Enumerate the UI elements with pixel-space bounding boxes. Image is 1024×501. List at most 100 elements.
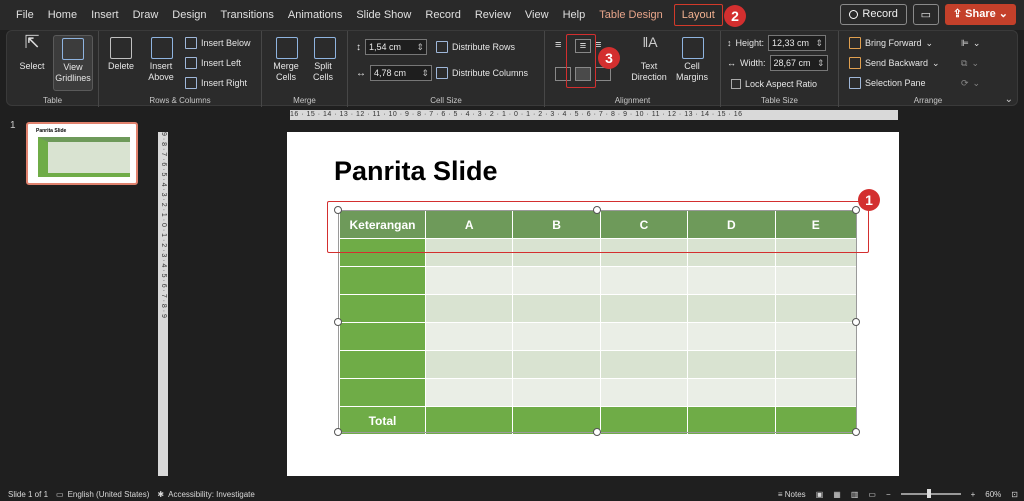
table-cell[interactable] bbox=[599, 322, 689, 351]
resize-handle[interactable] bbox=[334, 428, 342, 436]
table-cell[interactable] bbox=[687, 378, 776, 407]
table-cell[interactable] bbox=[599, 378, 689, 407]
send-backward-button[interactable]: Send Backward ⌄ bbox=[849, 55, 940, 71]
table-cell[interactable] bbox=[599, 266, 689, 295]
view-gridlines-button[interactable]: View Gridlines bbox=[53, 35, 93, 91]
lock-aspect-ratio[interactable]: Lock Aspect Ratio bbox=[731, 76, 817, 92]
table-cell[interactable] bbox=[339, 378, 426, 407]
fit-slide-icon[interactable]: ⊡ bbox=[1011, 490, 1018, 499]
table-cell[interactable] bbox=[599, 350, 689, 379]
table-row[interactable] bbox=[339, 266, 857, 295]
table-cell[interactable] bbox=[424, 294, 514, 323]
table-cell[interactable] bbox=[424, 378, 514, 407]
delete-button[interactable]: Delete bbox=[105, 35, 137, 72]
insert-right-button[interactable]: Insert Right bbox=[185, 75, 247, 91]
table-cell[interactable] bbox=[512, 350, 601, 379]
insert-below-button[interactable]: Insert Below bbox=[185, 35, 251, 51]
zoom-knob[interactable] bbox=[926, 489, 931, 498]
slide-sorter-icon[interactable]: ▦ bbox=[833, 490, 841, 499]
tab-transitions[interactable]: Transitions bbox=[214, 0, 281, 30]
tab-animations[interactable]: Animations bbox=[281, 0, 349, 30]
slideshow-icon[interactable]: ▭ bbox=[868, 490, 876, 499]
bring-forward-button[interactable]: Bring Forward ⌄ bbox=[849, 35, 933, 51]
resize-handle[interactable] bbox=[334, 318, 342, 326]
cell-height-input[interactable]: 1,54 cm bbox=[365, 39, 427, 55]
table-cell[interactable] bbox=[339, 322, 426, 351]
align-bottom-icon[interactable] bbox=[595, 67, 611, 81]
table-cell[interactable] bbox=[687, 350, 776, 379]
comments-button[interactable]: ▭ bbox=[912, 4, 939, 25]
table-row[interactable] bbox=[339, 294, 857, 323]
share-button[interactable]: ⇪ Share ⌄ bbox=[944, 4, 1016, 25]
tab-slide-show[interactable]: Slide Show bbox=[349, 0, 418, 30]
table-cell[interactable] bbox=[424, 350, 514, 379]
table-cell[interactable] bbox=[339, 266, 426, 295]
table-cell[interactable] bbox=[774, 294, 857, 323]
resize-handle[interactable] bbox=[852, 318, 860, 326]
tab-table-design[interactable]: Table Design bbox=[592, 0, 670, 30]
table-cell[interactable] bbox=[774, 378, 857, 407]
tab-home[interactable]: Home bbox=[41, 0, 84, 30]
cell-margins-button[interactable]: Cell Margins bbox=[673, 35, 713, 83]
resize-handle[interactable] bbox=[593, 428, 601, 436]
selection-pane-button[interactable]: Selection Pane bbox=[849, 75, 926, 91]
distribute-columns-button[interactable]: Distribute Columns bbox=[436, 65, 528, 81]
zoom-level[interactable]: 60% bbox=[985, 490, 1001, 499]
table-width-input[interactable]: 28,67 cm bbox=[769, 55, 828, 71]
slide-canvas[interactable]: Panrita Slide Keterangan A B C D E Total bbox=[287, 132, 899, 476]
zoom-out-icon[interactable]: − bbox=[886, 490, 891, 499]
table-cell[interactable] bbox=[424, 406, 514, 435]
split-cells-button[interactable]: Split Cells bbox=[308, 35, 342, 83]
table-cell[interactable] bbox=[512, 322, 601, 351]
record-button[interactable]: Record bbox=[840, 4, 907, 25]
notes-button[interactable]: ≡ Notes bbox=[778, 490, 806, 499]
slide-title[interactable]: Panrita Slide bbox=[334, 156, 498, 187]
table-cell[interactable] bbox=[339, 294, 426, 323]
language-status[interactable]: ▭ English (United States) bbox=[56, 490, 149, 499]
table-cell[interactable] bbox=[512, 406, 601, 435]
select-button[interactable]: ⇱ Select bbox=[15, 33, 49, 72]
table-cell[interactable] bbox=[424, 266, 514, 295]
resize-handle[interactable] bbox=[852, 428, 860, 436]
tab-draw[interactable]: Draw bbox=[126, 0, 166, 30]
total-label-cell[interactable]: Total bbox=[339, 406, 426, 435]
table-cell[interactable] bbox=[687, 266, 776, 295]
table-cell[interactable] bbox=[512, 294, 601, 323]
table-cell[interactable] bbox=[339, 350, 426, 379]
distribute-rows-button[interactable]: Distribute Rows bbox=[436, 39, 515, 55]
tab-review[interactable]: Review bbox=[468, 0, 518, 30]
slide-thumbnail[interactable]: Panrita Slide bbox=[26, 122, 138, 185]
insert-above-button[interactable]: Insert Above bbox=[145, 35, 179, 83]
table-cell[interactable] bbox=[512, 378, 601, 407]
tab-insert[interactable]: Insert bbox=[84, 0, 126, 30]
table-cell[interactable] bbox=[774, 322, 857, 351]
rotate-objects-button[interactable]: ⟳ ⌄ bbox=[961, 75, 980, 91]
table-height-input[interactable]: 12,33 cm bbox=[768, 35, 827, 51]
zoom-in-icon[interactable]: + bbox=[971, 490, 976, 499]
table-row[interactable] bbox=[339, 350, 857, 379]
table-row[interactable] bbox=[339, 322, 857, 351]
table-cell[interactable] bbox=[424, 322, 514, 351]
table-cell[interactable] bbox=[687, 406, 776, 435]
tab-design[interactable]: Design bbox=[165, 0, 213, 30]
table-cell[interactable] bbox=[774, 406, 857, 435]
normal-view-icon[interactable]: ▣ bbox=[816, 490, 824, 499]
tab-file[interactable]: File bbox=[0, 0, 41, 30]
merge-cells-button[interactable]: Merge Cells bbox=[270, 35, 304, 83]
table-cell[interactable] bbox=[599, 406, 689, 435]
table-cell[interactable] bbox=[774, 350, 857, 379]
cell-width-input[interactable]: 4,78 cm bbox=[370, 65, 432, 81]
tab-help[interactable]: Help bbox=[556, 0, 593, 30]
group-objects-button[interactable]: ⧉ ⌄ bbox=[961, 55, 979, 71]
insert-left-button[interactable]: Insert Left bbox=[185, 55, 241, 71]
text-direction-button[interactable]: ‖A Text Direction bbox=[631, 35, 669, 83]
table-row[interactable] bbox=[339, 378, 857, 407]
zoom-slider[interactable] bbox=[900, 489, 961, 498]
lock-aspect-checkbox[interactable] bbox=[731, 79, 741, 89]
tab-record[interactable]: Record bbox=[418, 0, 467, 30]
table-cell[interactable] bbox=[599, 294, 689, 323]
table-cell[interactable] bbox=[774, 266, 857, 295]
accessibility-status[interactable]: ✱ Accessibility: Investigate bbox=[157, 490, 254, 499]
collapse-ribbon-icon[interactable]: ⌄ bbox=[1005, 94, 1013, 105]
table-cell[interactable] bbox=[512, 266, 601, 295]
